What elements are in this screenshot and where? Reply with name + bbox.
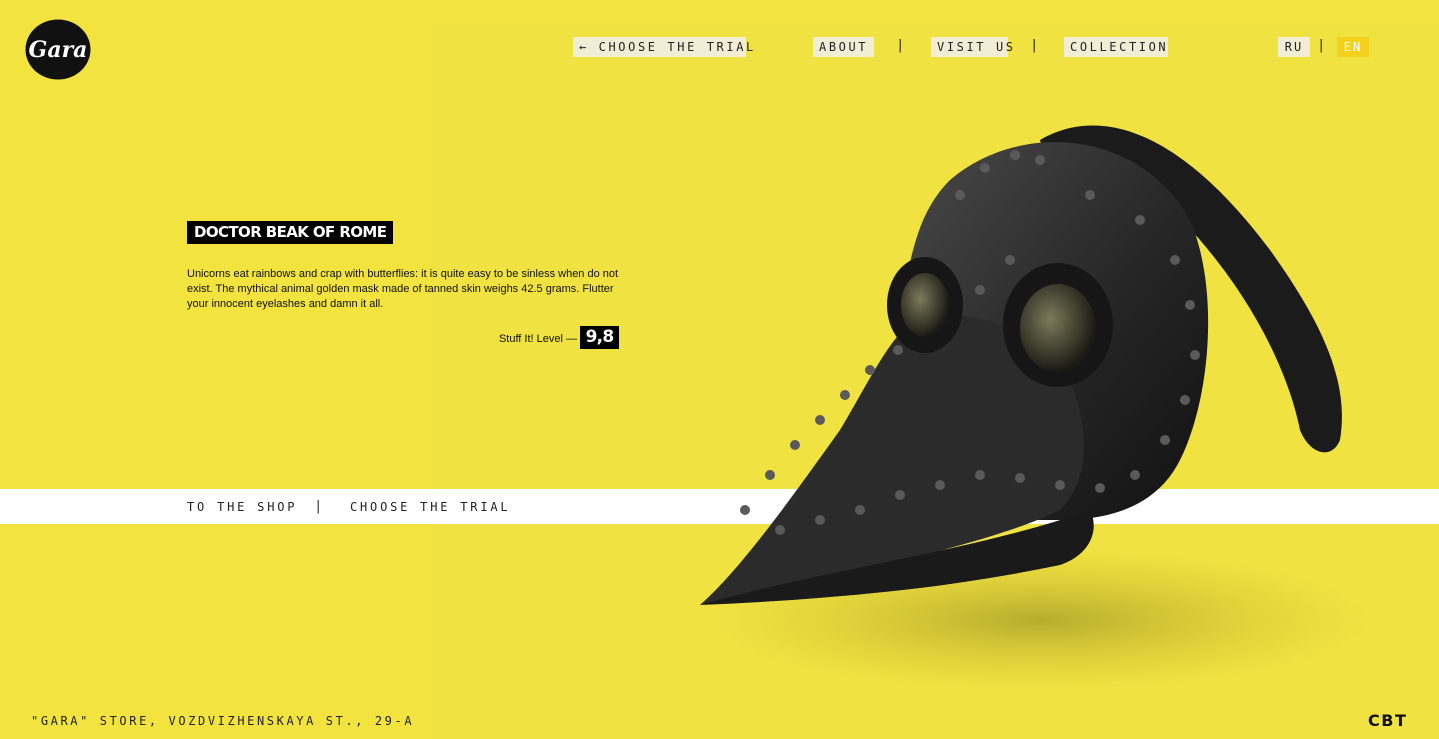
lang-ru-button[interactable]: RU xyxy=(1278,37,1310,57)
nav-collection-button[interactable]: COLLECTION xyxy=(1064,37,1168,57)
nav-separator: | xyxy=(1032,38,1037,53)
product-title: DOCTOR BEAK OF ROME xyxy=(187,221,394,244)
nav-about-button[interactable]: ABOUT xyxy=(813,37,874,57)
lang-separator: | xyxy=(1319,38,1324,53)
lang-en-button[interactable]: EN xyxy=(1337,37,1369,57)
store-address: "GARA" STORE, VOZDVIZHENSKAYA ST., 29-A xyxy=(31,714,415,728)
to-the-shop-link[interactable]: TO THE SHOP xyxy=(187,500,297,514)
footer-brand-logo[interactable]: CBT xyxy=(1368,711,1407,730)
stuff-level-label: Stuff It! Level — xyxy=(498,333,577,345)
logo-text: Gara xyxy=(29,37,88,63)
shop-bar-separator: | xyxy=(316,499,321,514)
nav-choose-trial-button[interactable]: ← CHOOSE THE TRIAL xyxy=(573,37,753,57)
choose-the-trial-link[interactable]: CHOOSE THE TRIAL xyxy=(350,500,510,514)
stuff-level-value: 9,8 xyxy=(580,326,619,349)
product-description: Unicorns eat rainbows and crap with butt… xyxy=(187,268,619,310)
nav-visit-us-button[interactable]: VISIT US xyxy=(931,37,1013,57)
nav-separator: | xyxy=(898,38,903,53)
gara-logo[interactable]: Gara xyxy=(25,19,91,80)
plague-doctor-mask-image xyxy=(620,100,1439,720)
